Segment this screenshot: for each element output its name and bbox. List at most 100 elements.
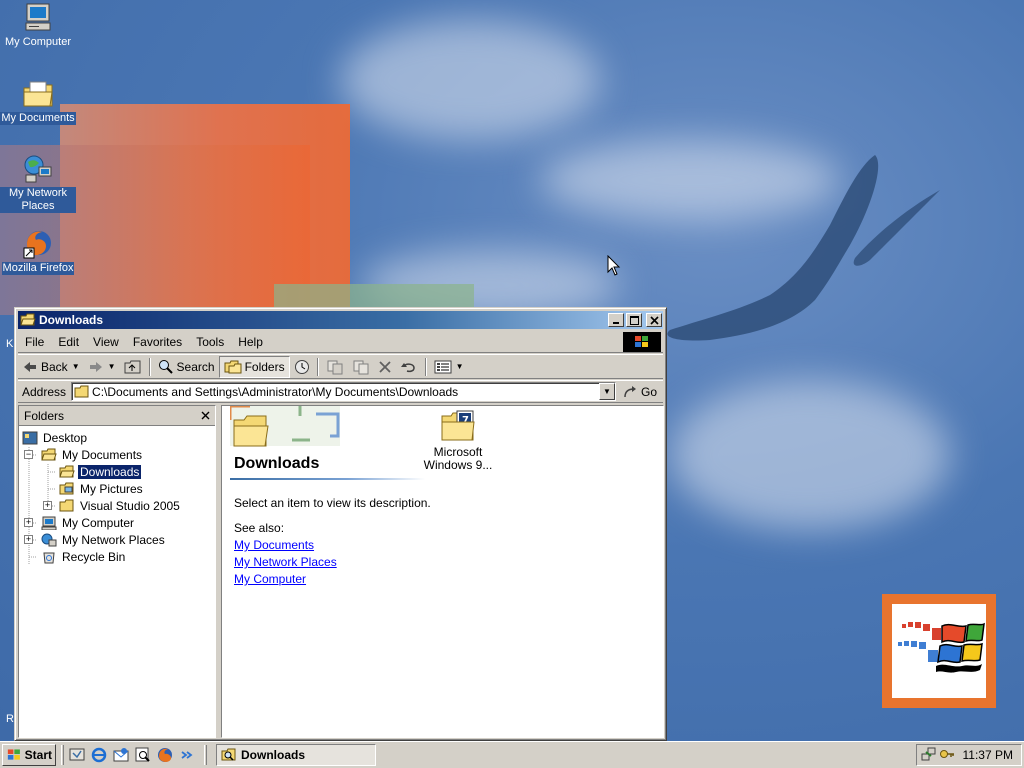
search-button[interactable]: Search	[154, 356, 219, 378]
wallpaper-diver-silhouette	[667, 155, 940, 341]
address-input[interactable]	[90, 384, 599, 399]
move-to-button[interactable]	[322, 356, 348, 378]
tree-item-my-computer[interactable]: + My Computer	[19, 514, 215, 531]
folders-label: Folders	[244, 359, 285, 374]
tree-item-label: Visual Studio 2005	[80, 498, 180, 513]
tray-network-icon[interactable]	[921, 746, 937, 765]
desktop-icon-partial-label: R	[6, 713, 14, 725]
recycle-bin-icon	[43, 552, 55, 563]
views-button[interactable]: ▼	[430, 356, 468, 378]
explorer-window[interactable]: Downloads File Edit View Favorites Tools…	[14, 307, 667, 741]
toolbar-separator	[148, 357, 151, 376]
windows-flag-icon	[7, 749, 20, 760]
windows-throbber	[623, 332, 661, 352]
tree-item-downloads[interactable]: Downloads	[19, 463, 215, 480]
tree-item-my-documents[interactable]: − My Documents	[19, 446, 215, 463]
link-my-documents[interactable]: My Documents	[234, 538, 314, 552]
desktop-icon-mozilla-firefox[interactable]: Mozilla Firefox	[0, 228, 76, 275]
link-my-network-places[interactable]: My Network Places	[234, 555, 337, 569]
quick-launch-grip[interactable]	[61, 745, 64, 765]
tree-item-my-pictures[interactable]: My Pictures	[19, 480, 215, 497]
my-computer-icon	[22, 2, 54, 34]
quick-launch-show-desktop[interactable]	[67, 745, 87, 765]
desktop-icon	[22, 431, 38, 444]
tree-item-label: My Network Places	[62, 532, 165, 547]
folder-open-icon	[20, 313, 36, 326]
desktop-icon-my-documents[interactable]: My Documents	[0, 78, 76, 125]
history-button[interactable]	[290, 356, 314, 378]
quick-launch-internet-explorer[interactable]	[89, 745, 109, 765]
history-icon	[294, 359, 309, 374]
desktop-icon-my-network-places[interactable]: My Network Places	[0, 153, 76, 213]
title-bar[interactable]: Downloads	[18, 311, 663, 329]
folders-button[interactable]: Folders	[218, 355, 290, 378]
taskbar-button-label: Downloads	[241, 748, 306, 762]
copy-to-button[interactable]	[348, 356, 374, 378]
move-to-icon	[327, 360, 343, 374]
network-places-icon	[41, 533, 57, 546]
my-computer-icon	[41, 516, 57, 530]
taskbar-grip[interactable]	[204, 745, 207, 765]
file-item[interactable]: 7 Microsoft Windows 9...	[422, 410, 494, 472]
undo-button[interactable]	[396, 356, 422, 378]
tree-item-desktop[interactable]: Desktop	[19, 429, 215, 446]
forward-button[interactable]: ▼	[84, 356, 120, 378]
address-dropdown-button[interactable]: ▼	[598, 383, 615, 400]
windows-flag-icon	[635, 336, 648, 347]
tree-item-recycle-bin[interactable]: Recycle Bin	[19, 548, 215, 565]
menu-tools[interactable]: Tools	[189, 332, 231, 352]
back-button[interactable]: Back ▼	[18, 356, 84, 378]
menu-help[interactable]: Help	[231, 332, 270, 352]
link-my-computer[interactable]: My Computer	[234, 572, 306, 586]
maximize-button[interactable]	[626, 313, 642, 327]
quick-launch-search[interactable]	[133, 745, 153, 765]
desktop-icon-my-computer[interactable]: My Computer	[0, 2, 76, 49]
menu-file[interactable]: File	[18, 332, 51, 352]
wallpaper-cloud	[340, 20, 600, 140]
go-button[interactable]: Go	[616, 381, 663, 402]
menu-view[interactable]: View	[86, 332, 126, 352]
wallpaper-cloud	[670, 380, 950, 530]
minimize-button[interactable]	[608, 313, 624, 327]
expand-toggle[interactable]: +	[43, 501, 52, 510]
menu-favorites[interactable]: Favorites	[126, 332, 189, 352]
dropdown-arrow-icon[interactable]: ▼	[456, 362, 464, 371]
show-desktop-icon	[69, 748, 85, 761]
clock[interactable]: 11:37 PM	[963, 748, 1013, 762]
quick-launch-outlook-express[interactable]	[111, 745, 131, 765]
up-button[interactable]	[120, 356, 146, 378]
tree-item-my-network-places[interactable]: + My Network Places	[19, 531, 215, 548]
pictures-folder-icon	[59, 482, 74, 494]
tree-item-label: Downloads	[76, 463, 143, 480]
close-folders-pane-button[interactable]	[201, 409, 210, 423]
quick-launch-firefox[interactable]	[155, 745, 175, 765]
collapse-toggle[interactable]: −	[24, 450, 33, 459]
undo-icon	[400, 362, 415, 372]
tray-security-icon[interactable]	[939, 746, 955, 765]
dropdown-arrow-icon[interactable]: ▼	[72, 362, 80, 371]
desktop-icon-label: Mozilla Firefox	[1, 262, 75, 275]
outlook-express-icon	[113, 748, 129, 762]
firefox-icon	[158, 748, 172, 762]
dropdown-arrow-icon[interactable]: ▼	[108, 362, 116, 371]
tree-item-visual-studio-2005[interactable]: + Visual Studio 2005	[19, 497, 215, 514]
item-description: Select an item to view its description.	[234, 496, 431, 510]
menu-bar: File Edit View Favorites Tools Help	[18, 331, 663, 353]
toolbar-separator	[316, 357, 319, 376]
file-name-line2: Windows 9...	[423, 458, 493, 472]
expand-toggle[interactable]: +	[24, 518, 33, 527]
menu-edit[interactable]: Edit	[51, 332, 86, 352]
folders-icon	[224, 360, 242, 373]
close-button[interactable]	[646, 313, 662, 327]
delete-button[interactable]	[374, 356, 396, 378]
taskbar-button-downloads[interactable]: Downloads	[216, 744, 376, 766]
content-pane[interactable]: Downloads Select an item to view its des…	[221, 405, 664, 738]
folders-pane[interactable]: Folders Desktop − My Documents Downloads…	[18, 405, 216, 738]
expand-toggle[interactable]: +	[24, 535, 33, 544]
quick-launch-messenger[interactable]	[177, 745, 197, 765]
address-field[interactable]: ▼	[71, 382, 616, 401]
mouse-cursor-icon	[607, 255, 621, 276]
folder-heading: Downloads	[234, 455, 320, 472]
start-button[interactable]: Start	[2, 744, 56, 766]
desktop-icon-label: My Documents	[0, 112, 76, 125]
